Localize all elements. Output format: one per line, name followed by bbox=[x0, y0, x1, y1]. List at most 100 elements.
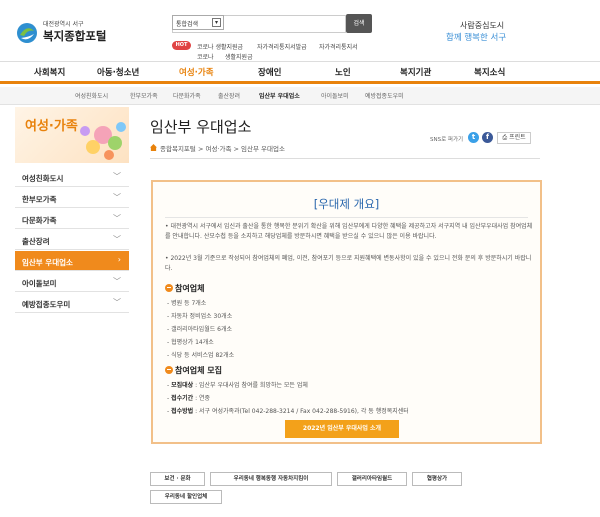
search-scope-select[interactable]: 통합검색 ▾ bbox=[172, 15, 224, 30]
printer-icon: ⎙ bbox=[502, 134, 508, 141]
sidebar-item-label: 임산부 우대업소 bbox=[22, 258, 73, 267]
info-box: [우대제 개요] • 대전광역시 서구에서 임신과 출산을 통한 행복한 분위기… bbox=[151, 180, 542, 444]
bullet-icon bbox=[165, 366, 173, 374]
tab-hyeopyeong[interactable]: 협평상가 bbox=[412, 472, 462, 486]
keyword-link[interactable]: 코로나 bbox=[197, 52, 214, 61]
sidebar-item-label: 다문화가족 bbox=[22, 216, 57, 225]
chevron-down-icon: ﹀ bbox=[113, 193, 121, 202]
section-heading-text: 참여업체 모집 bbox=[175, 366, 222, 375]
list-item: - 협평상가 14개소 bbox=[167, 339, 214, 346]
logo-title[interactable]: 복지종합포털 bbox=[43, 28, 106, 44]
nav-item-disabled[interactable]: 장애인 bbox=[258, 66, 281, 78]
subnav-item-active[interactable]: 임산부 우대업소 bbox=[259, 91, 300, 100]
sidebar-item-single-parent[interactable]: 한부모가족 ﹀ bbox=[15, 188, 129, 208]
divider bbox=[165, 217, 528, 218]
list-item: - 접수방법 : 서구 여성가족과(Tel 042-288-3214 / Fax… bbox=[167, 408, 409, 415]
list-item-text: 자동차 정비업소 30개소 bbox=[171, 313, 233, 320]
main-nav: 사회복지 아동·청소년 여성·가족 장애인 노인 복지기관 복지소식 bbox=[0, 61, 600, 84]
bullet-icon bbox=[165, 284, 173, 292]
list-item-text: 갤러리아타임월드 6개소 bbox=[171, 326, 233, 333]
section-heading-recruitment: 참여업체 모집 bbox=[165, 365, 222, 376]
list-item-text: 식당 등 서비스업 82개소 bbox=[171, 352, 235, 359]
divider bbox=[150, 158, 540, 159]
list-item: - 갤러리아타임월드 6개소 bbox=[167, 326, 233, 333]
chevron-right-icon: › bbox=[117, 255, 121, 264]
list-item: - 자동차 정비업소 30개소 bbox=[167, 313, 233, 320]
subnav-item[interactable]: 다문화가족 bbox=[173, 91, 201, 100]
keyword-link[interactable]: 자가격리통지서 bbox=[319, 42, 358, 51]
list-item: - 모집대상 : 임산부 우대사업 참여를 희망하는 모든 업체 bbox=[167, 382, 308, 389]
subnav-item[interactable]: 아이돌보미 bbox=[321, 91, 349, 100]
home-icon[interactable] bbox=[150, 144, 157, 151]
tab-car-guardian[interactable]: 우리동네 행복동행 자동차지킴이 bbox=[210, 472, 332, 486]
chevron-down-icon: ﹀ bbox=[113, 277, 121, 286]
notice-paragraph: • 2022년 3월 기준으로 작성되어 참여업체의 폐업, 이전, 참여포기 … bbox=[165, 255, 532, 272]
list-item-text: : 임산부 우대사업 참여를 희망하는 모든 업체 bbox=[193, 382, 308, 389]
sidebar-item-label: 아이돌보미 bbox=[22, 279, 57, 288]
list-item: - 식당 등 서비스업 82개소 bbox=[167, 352, 235, 359]
list-item-text: 병원 등 7개소 bbox=[171, 300, 207, 307]
sidebar-item-pregnant-discount[interactable]: 임산부 우대업소 › bbox=[15, 251, 129, 271]
list-item: - 접수기간 : 연중 bbox=[167, 395, 211, 402]
sidebar-item-label: 한부모가족 bbox=[22, 195, 57, 204]
subnav-item[interactable]: 여성친화도시 bbox=[75, 91, 108, 100]
sidebar-item-vaccination[interactable]: 예방접종도우미 ﹀ bbox=[15, 293, 129, 313]
sns-label: SNS로 퍼가기 bbox=[430, 137, 464, 143]
chevron-down-icon: ﹀ bbox=[113, 172, 121, 181]
nav-item-institutions[interactable]: 복지기관 bbox=[400, 66, 431, 78]
sidebar-item-birth-encouragement[interactable]: 출산장려 ﹀ bbox=[15, 230, 129, 250]
hot-badge: HOT bbox=[172, 41, 191, 50]
tab-galleria[interactable]: 갤러리아타임월드 bbox=[337, 472, 407, 486]
list-item-label: 접수방법 bbox=[171, 408, 194, 415]
list-item: - 병원 등 7개소 bbox=[167, 300, 207, 307]
tab-health-culture[interactable]: 보건 · 문화 bbox=[150, 472, 205, 486]
nav-item-welfare[interactable]: 사회복지 bbox=[34, 66, 65, 78]
subnav-item[interactable]: 예방접종도우미 bbox=[365, 91, 404, 100]
logo-icon[interactable] bbox=[16, 22, 38, 44]
box-heading: [우대제 개요] bbox=[313, 197, 380, 211]
chevron-down-icon: ▾ bbox=[212, 18, 221, 27]
tab-discount-stores[interactable]: 우리동네 할인업체 bbox=[150, 490, 222, 504]
sub-nav: 여성친화도시 한부모가족 다문화가족 출산장려 임산부 우대업소 아이돌보미 예… bbox=[0, 87, 600, 105]
sidebar-item-women-friendly-city[interactable]: 여성친화도시 ﹀ bbox=[15, 167, 129, 187]
keyword-link[interactable]: 자가격리통지서발급 bbox=[257, 42, 307, 51]
flower-illustration-icon bbox=[80, 122, 126, 160]
section-heading-participants: 참여업체 bbox=[165, 283, 204, 294]
print-button[interactable]: ⎙ 프린트 bbox=[497, 132, 531, 144]
sidebar-item-label: 예방접종도우미 bbox=[22, 300, 71, 309]
twitter-icon[interactable]: t bbox=[468, 132, 479, 143]
intro-paragraph: • 대전광역시 서구에서 임신과 출산을 통한 행복한 분위기 확산을 위해 임… bbox=[165, 223, 533, 240]
program-intro-button[interactable]: 2022년 임산부 우대사업 소개 bbox=[285, 420, 399, 438]
section-heading-text: 참여업체 bbox=[175, 284, 205, 293]
nav-item-youth[interactable]: 아동·청소년 bbox=[97, 66, 139, 78]
list-item-text: 협평상가 14개소 bbox=[171, 339, 214, 346]
chevron-down-icon: ﹀ bbox=[113, 214, 121, 223]
nav-item-news[interactable]: 복지소식 bbox=[474, 66, 505, 78]
logo-subtitle: 대전광역시 서구 bbox=[43, 21, 84, 28]
sidebar-title: 여성·가족 bbox=[25, 119, 78, 134]
slogan-line1: 사람중심도시 bbox=[460, 21, 505, 30]
keyword-link[interactable]: 생활지원금 bbox=[225, 52, 253, 61]
breadcrumb: 종합복지포털 > 여성·가족 > 임산부 우대업소 bbox=[160, 145, 285, 153]
sidebar-header: 여성·가족 bbox=[15, 107, 129, 163]
sidebar-item-childcare[interactable]: 아이돌보미 ﹀ bbox=[15, 272, 129, 292]
subnav-item[interactable]: 한부모가족 bbox=[130, 91, 158, 100]
chevron-down-icon: ﹀ bbox=[113, 235, 121, 244]
page-title: 임산부 우대업소 bbox=[150, 118, 252, 136]
sidebar-item-label: 여성친화도시 bbox=[22, 174, 64, 183]
nav-item-elderly[interactable]: 노인 bbox=[335, 66, 351, 78]
print-label: 프린트 bbox=[509, 134, 526, 141]
nav-item-women-family[interactable]: 여성·가족 bbox=[179, 66, 214, 78]
sidebar-item-multicultural[interactable]: 다문화가족 ﹀ bbox=[15, 209, 129, 229]
list-item-text: : 연중 bbox=[193, 395, 211, 402]
facebook-icon[interactable]: f bbox=[482, 132, 493, 143]
keyword-link[interactable]: 코로나 생활지원금 bbox=[197, 42, 243, 51]
subnav-item[interactable]: 출산장려 bbox=[218, 91, 240, 100]
chevron-down-icon: ﹀ bbox=[113, 298, 121, 307]
slogan-line2: 함께 행복한 서구 bbox=[446, 33, 507, 43]
list-item-label: 접수기간 bbox=[171, 395, 194, 402]
search-button[interactable]: 검색 bbox=[346, 14, 372, 33]
search-scope-label: 통합검색 bbox=[176, 21, 199, 28]
list-item-text: : 서구 여성가족과(Tel 042-288-3214 / Fax 042-28… bbox=[193, 408, 409, 415]
sidebar-item-label: 출산장려 bbox=[22, 237, 50, 246]
